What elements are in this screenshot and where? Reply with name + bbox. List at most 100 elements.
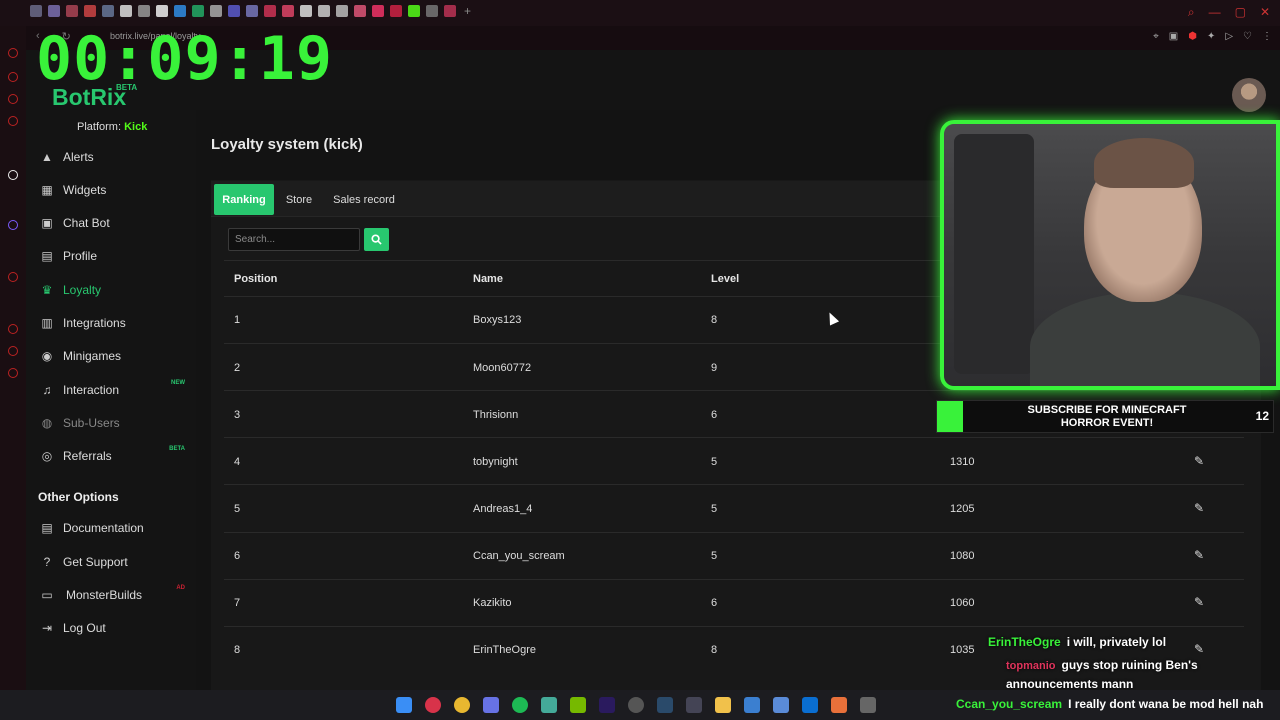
sidebar-app-icon[interactable] — [8, 94, 18, 104]
obs-icon[interactable] — [628, 697, 644, 713]
browser-tab-icon[interactable] — [354, 5, 366, 17]
sidebar-app-icon[interactable] — [8, 324, 18, 334]
play-icon[interactable]: ▷ — [1225, 31, 1233, 42]
browser-tab-icon[interactable] — [372, 5, 384, 17]
sidebar-item-documentation[interactable]: ▤ Documentation — [40, 518, 195, 538]
pencil-icon[interactable]: ✎ — [1194, 548, 1208, 562]
premiere-icon[interactable] — [599, 697, 615, 713]
discord-icon[interactable] — [483, 697, 499, 713]
sidebar-app-icon[interactable] — [8, 48, 18, 58]
webcam-chair — [954, 134, 1034, 374]
avatar[interactable] — [1232, 78, 1266, 112]
sidebar-item-referrals[interactable]: ◎ Referrals BETA — [40, 446, 195, 466]
windows-start-icon[interactable] — [396, 697, 412, 713]
folder-icon[interactable] — [715, 697, 731, 713]
shield-icon[interactable]: ⬢ — [1188, 31, 1197, 42]
id-card-icon: ▤ — [41, 249, 53, 263]
browser-tab-icon[interactable] — [138, 5, 150, 17]
chat-username: ErinTheOgre — [988, 635, 1061, 649]
search-button[interactable] — [364, 228, 389, 251]
sidebar-item-integrations[interactable]: ▥ Integrations — [40, 313, 195, 333]
column-header-name[interactable]: Name — [473, 273, 503, 285]
sidebar-item-minigames[interactable]: ◉ Minigames — [40, 346, 195, 366]
app-icon[interactable] — [686, 697, 702, 713]
app-icon[interactable] — [541, 697, 557, 713]
browser-tab-icon[interactable] — [102, 5, 114, 17]
spotify-icon[interactable] — [512, 697, 528, 713]
menu-icon[interactable]: ⋮ — [1262, 31, 1272, 42]
notepad-icon[interactable] — [744, 697, 760, 713]
nvidia-icon[interactable] — [570, 697, 586, 713]
heart-icon[interactable]: ♡ — [1243, 31, 1252, 42]
minimize-icon[interactable]: — — [1209, 5, 1221, 20]
browser-tab-icon[interactable] — [228, 5, 240, 17]
sidebar-item-label: Get Support — [63, 555, 128, 569]
sidebar-app-icon[interactable] — [8, 220, 18, 230]
cell-level: 5 — [711, 550, 718, 562]
app-icon[interactable] — [860, 697, 876, 713]
search-icon[interactable]: ⌕ — [1188, 5, 1195, 20]
sidebar-app-icon[interactable] — [8, 170, 18, 180]
sidebar-item-get-support[interactable]: ? Get Support — [40, 552, 195, 572]
sidebar-item-chat-bot[interactable]: ▣ Chat Bot — [40, 213, 195, 233]
sidebar-app-icon[interactable] — [8, 272, 18, 282]
browser-tab-icon[interactable] — [336, 5, 348, 17]
search-input[interactable] — [228, 228, 360, 251]
browser-tab-icon[interactable] — [246, 5, 258, 17]
browser-tab-icon[interactable] — [30, 5, 42, 17]
browser-tab-icon[interactable] — [210, 5, 222, 17]
maximize-icon[interactable]: ▢ — [1235, 5, 1246, 20]
browser-tab-icon[interactable] — [174, 5, 186, 17]
pin-icon[interactable]: ⌖ — [1153, 31, 1159, 42]
tab-store[interactable]: Store — [279, 184, 319, 215]
tab-ranking[interactable]: Ranking — [214, 184, 274, 215]
sidebar-item-widgets[interactable]: ▦ Widgets — [40, 180, 195, 200]
browser-tab-icon[interactable] — [282, 5, 294, 17]
close-icon[interactable]: ✕ — [1260, 5, 1270, 20]
browser-tab-icon[interactable] — [300, 5, 312, 17]
sidebar-item-sub-users[interactable]: ◍ Sub-Users — [40, 413, 195, 433]
browser-tab-icon[interactable] — [408, 5, 420, 17]
browser-tab-icon[interactable] — [84, 5, 96, 17]
sidebar-app-icon[interactable] — [8, 346, 18, 356]
browser-tab-icon[interactable] — [66, 5, 78, 17]
sidebar-item-interaction[interactable]: ♫ Interaction NEW — [40, 380, 195, 400]
sidebar-item-log-out[interactable]: ⇥ Log Out — [40, 618, 195, 638]
outlook-icon[interactable] — [802, 697, 818, 713]
cell-name: Boxys123 — [473, 314, 522, 326]
app-icon[interactable] — [773, 697, 789, 713]
brand-logo[interactable]: BotRix — [52, 84, 126, 111]
platform-value[interactable]: Kick — [124, 121, 147, 133]
pencil-icon[interactable]: ✎ — [1194, 595, 1208, 609]
app-icon[interactable] — [831, 697, 847, 713]
sidebar-item-profile[interactable]: ▤ Profile — [40, 246, 195, 266]
new-tab-icon[interactable]: + — [464, 5, 471, 17]
sidebar-app-icon[interactable] — [8, 368, 18, 378]
browser-tab-icon[interactable] — [120, 5, 132, 17]
browser-tab-icon[interactable] — [390, 5, 402, 17]
browser-tab-icon[interactable] — [444, 5, 456, 17]
sidebar-item-monsterbuilds[interactable]: ▭ MonsterBuilds AD — [40, 585, 195, 605]
screenshot-icon[interactable]: ▣ — [1169, 31, 1178, 42]
sidebar-app-icon[interactable] — [8, 116, 18, 126]
browser-tab-icon[interactable] — [264, 5, 276, 17]
browser-tab-icon[interactable] — [48, 5, 60, 17]
browser-tab-icon[interactable] — [318, 5, 330, 17]
tab-sales-record[interactable]: Sales record — [327, 184, 401, 215]
column-header-level[interactable]: Level — [711, 273, 739, 285]
column-header-position[interactable]: Position — [234, 273, 277, 285]
chrome-icon[interactable] — [454, 697, 470, 713]
opera-icon[interactable] — [425, 697, 441, 713]
extension-icon[interactable]: ✦ — [1207, 31, 1215, 42]
browser-tab-icon[interactable] — [156, 5, 168, 17]
sidebar-item-alerts[interactable]: ▲ Alerts — [40, 147, 195, 167]
sidebar-app-icon[interactable] — [8, 72, 18, 82]
pencil-icon[interactable]: ✎ — [1194, 454, 1208, 468]
pencil-icon[interactable]: ✎ — [1194, 501, 1208, 515]
sidebar-item-loyalty[interactable]: ♛ Loyalty — [40, 280, 195, 300]
browser-tab-icon[interactable] — [426, 5, 438, 17]
steam-icon[interactable] — [657, 697, 673, 713]
page-title: Loyalty system (kick) — [211, 136, 363, 153]
browser-tab-icon[interactable] — [192, 5, 204, 17]
pencil-icon[interactable]: ✎ — [1194, 642, 1208, 656]
